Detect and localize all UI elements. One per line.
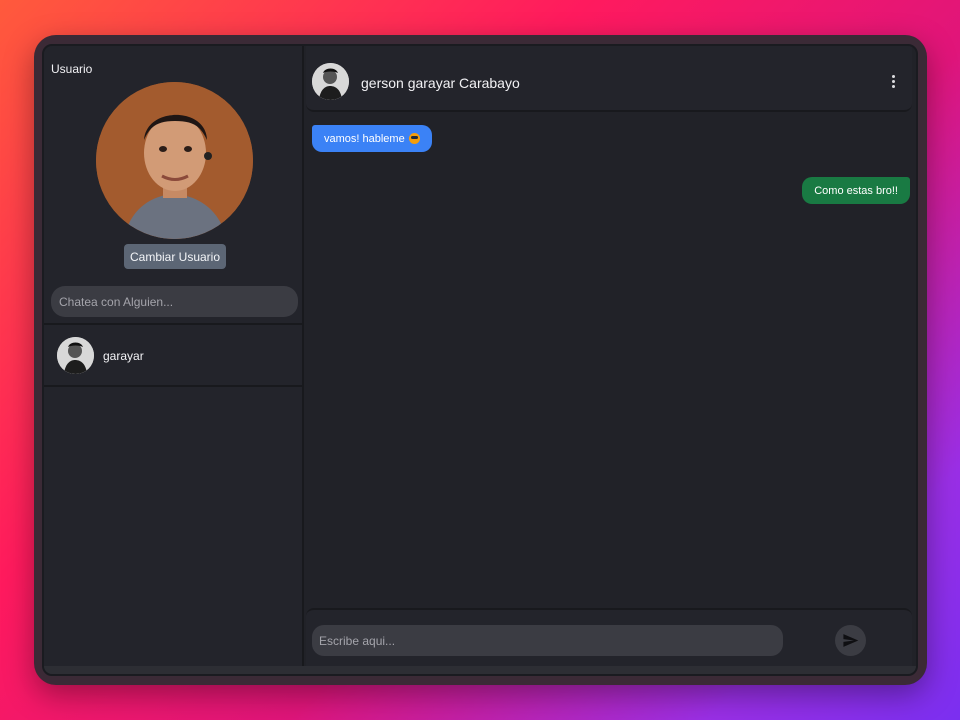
contact-avatar	[57, 337, 94, 374]
send-icon	[843, 634, 859, 647]
message-text: vamos! hableme	[324, 132, 405, 145]
message-composer	[306, 608, 912, 670]
change-user-button[interactable]: Cambiar Usuario	[124, 244, 226, 269]
window-bottom-bar	[44, 666, 916, 674]
contact-avatar-image	[57, 337, 94, 374]
send-button[interactable]	[835, 625, 866, 656]
outgoing-message: Como estas bro!!	[802, 177, 910, 204]
sunglasses-emoji-icon	[408, 133, 420, 144]
chat-contact-avatar-image	[312, 63, 349, 100]
chat-header: gerson garayar Carabayo	[306, 46, 912, 112]
contact-divider	[44, 385, 302, 387]
contact-list-item[interactable]: garayar	[44, 326, 302, 386]
contact-name: garayar	[103, 349, 144, 363]
chat-search-input[interactable]	[51, 286, 298, 317]
sidebar: Usuario Cambiar Usuario Chatea con Algui…	[44, 46, 304, 670]
message-input[interactable]	[312, 625, 783, 656]
message-text: Como estas bro!!	[814, 184, 898, 197]
chat-panel: gerson garayar Carabayo vamos! hableme C…	[306, 46, 916, 670]
sidebar-title: Usuario	[51, 62, 93, 76]
more-vertical-icon[interactable]	[889, 75, 897, 89]
chat-contact-avatar	[312, 63, 349, 100]
incoming-message: vamos! hableme	[312, 125, 432, 152]
profile-avatar	[96, 82, 253, 239]
sidebar-divider	[44, 323, 302, 325]
chat-app-window: Usuario Cambiar Usuario Chatea con Algui…	[42, 44, 918, 676]
chat-contact-name: gerson garayar Carabayo	[361, 75, 520, 91]
profile-photo-image	[96, 82, 253, 239]
